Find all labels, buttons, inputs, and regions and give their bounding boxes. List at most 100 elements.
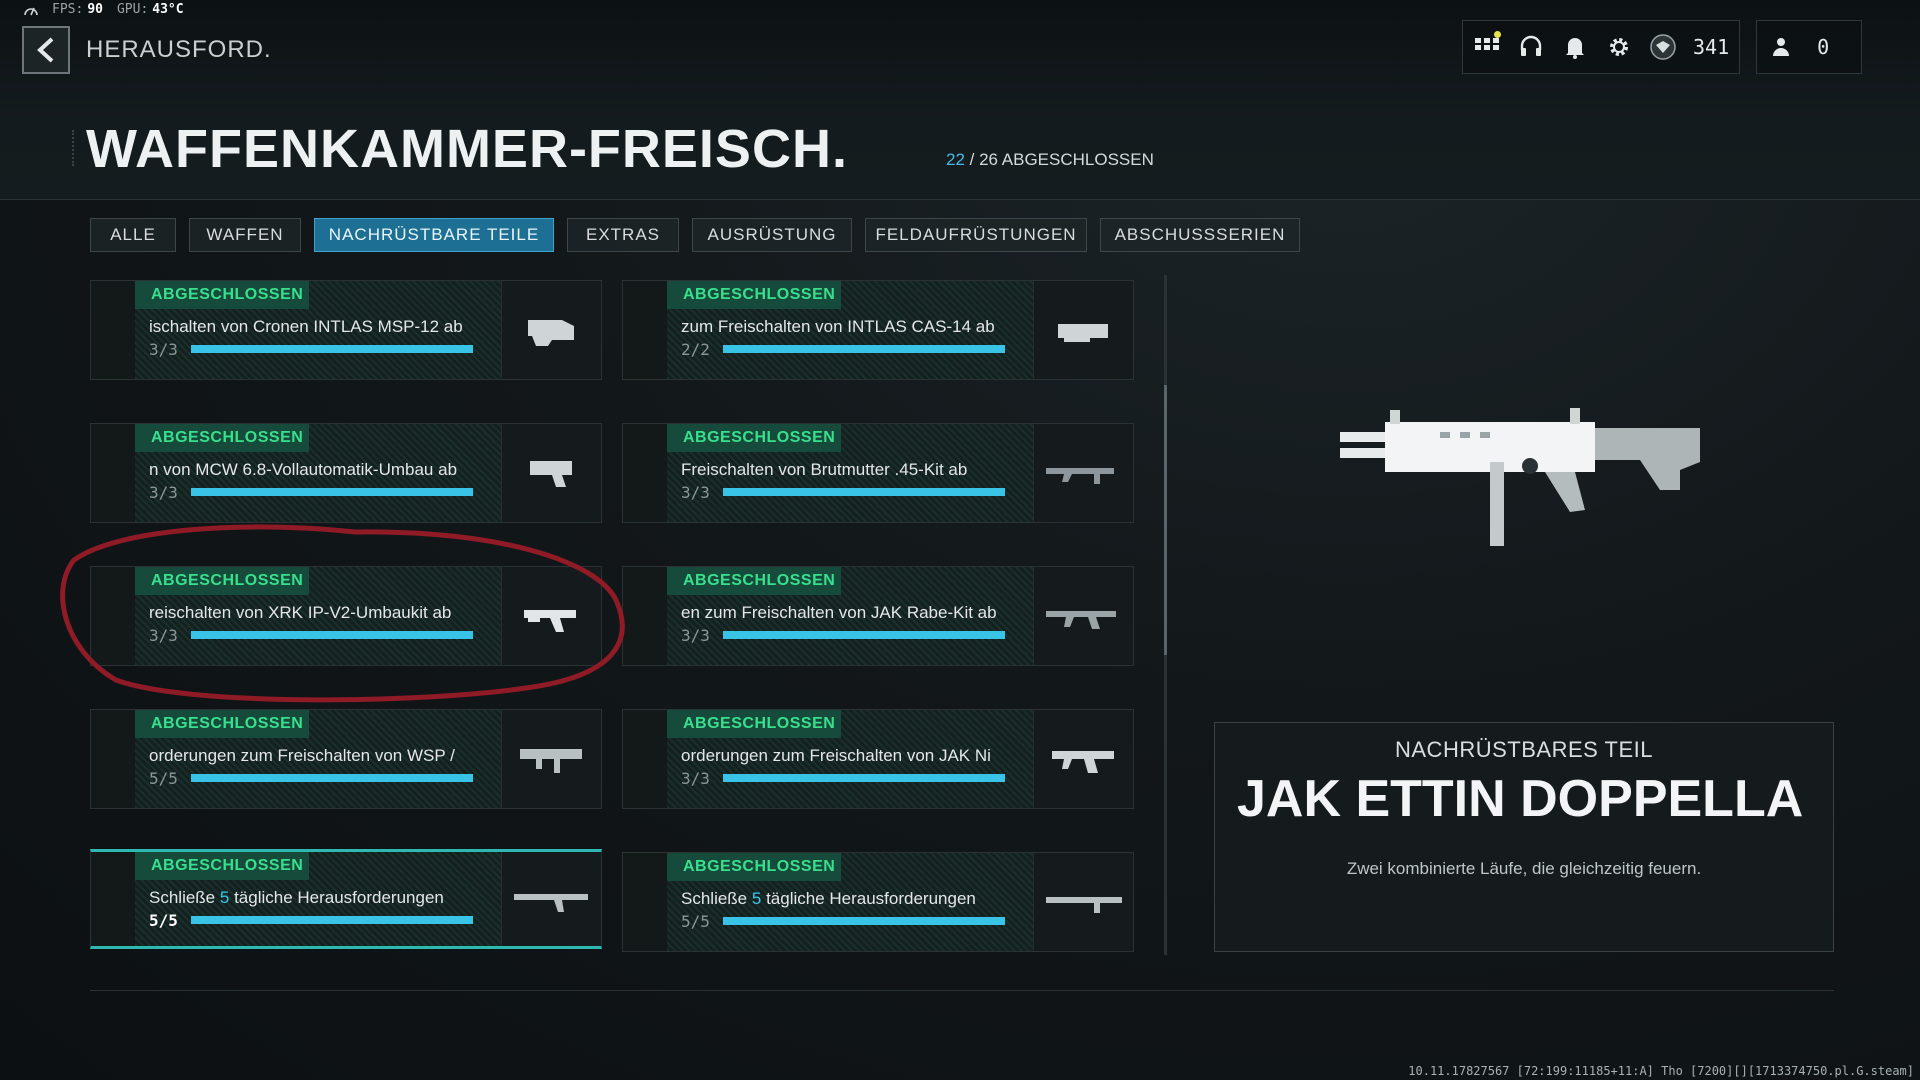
detail-panel: NACHRÜSTBARES TEIL JAK ETTIN DOPPELLA Zw… — [1214, 722, 1834, 952]
item-category: NACHRÜSTBARES TEIL — [1395, 737, 1653, 762]
party-members-icon[interactable] — [1767, 33, 1795, 61]
currency-count: 341 — [1693, 35, 1730, 59]
challenge-card-selected[interactable]: ABGESCHLOSSEN Schließe 5 tägliche Heraus… — [90, 849, 602, 949]
weapon-icon — [1045, 611, 1116, 629]
tab-ausruestung[interactable]: AUSRÜSTUNG — [692, 218, 852, 252]
challenge-description: Schließe 5 tägliche Herausforderungen — [149, 888, 444, 907]
progress-bar — [723, 774, 1005, 782]
bell-icon[interactable] — [1561, 33, 1589, 61]
category-tabs: ALLE WAFFEN NACHRÜSTBARE TEILE EXTRAS AU… — [90, 218, 1300, 252]
scrollbar-thumb[interactable] — [1164, 385, 1167, 655]
progress-ratio: 3/3 — [681, 483, 710, 502]
progress-ratio: 2/2 — [681, 340, 710, 359]
gear-icon[interactable] — [1605, 33, 1633, 61]
completion-total: / 26 ABGESCHLOSSEN — [964, 150, 1154, 169]
gpu-value: 43°C — [152, 2, 184, 17]
attachment-thumbnail — [501, 424, 601, 522]
status-badge: ABGESCHLOSSEN — [667, 853, 841, 881]
progress-bar — [191, 631, 473, 639]
progress-bar — [191, 345, 473, 353]
performance-overlay: FPS: 90 GPU: 43°C — [24, 2, 184, 17]
challenge-card[interactable]: ABGESCHLOSSEN orderungen zum Freischalte… — [90, 709, 602, 809]
weapon-icon — [1051, 751, 1114, 773]
status-badge: ABGESCHLOSSEN — [667, 567, 841, 595]
attachment-thumbnail — [501, 710, 601, 808]
tab-feldaufruestungen[interactable]: FELDAUFRÜSTUNGEN — [865, 218, 1087, 252]
item-name: JAK ETTIN DOPPELLA — [1237, 770, 1804, 828]
fps-label: FPS: — [52, 2, 84, 17]
title-decoration — [72, 130, 82, 166]
progress-ratio: 5/5 — [681, 912, 710, 931]
challenge-description: en zum Freischalten von JAK Rabe-Kit ab — [681, 603, 997, 622]
currency-emblem-icon — [1649, 33, 1677, 61]
attachment-thumbnail — [501, 852, 601, 946]
page-title: WAFFENKAMMER-FREISCH. — [86, 119, 848, 179]
challenge-card[interactable]: ABGESCHLOSSEN reischalten von XRK IP-V2-… — [90, 566, 602, 666]
challenge-card[interactable]: ABGESCHLOSSEN Freischalten von Brutmutte… — [622, 423, 1134, 523]
completion-progress: 22 / 26 ABGESCHLOSSEN — [946, 150, 1154, 170]
top-bar: 341 0 — [1462, 20, 1862, 74]
progress-ratio: 3/3 — [149, 340, 178, 359]
footer-divider — [90, 990, 1834, 991]
status-badge: ABGESCHLOSSEN — [667, 424, 841, 452]
challenge-card[interactable]: ABGESCHLOSSEN n von MCW 6.8-Vollautomati… — [90, 423, 602, 523]
challenge-card[interactable]: ABGESCHLOSSEN Schließe 5 tägliche Heraus… — [622, 852, 1134, 952]
status-badge: ABGESCHLOSSEN — [667, 281, 841, 309]
progress-ratio: 3/3 — [681, 626, 710, 645]
challenge-description: zum Freischalten von INTLAS CAS-14 ab — [681, 317, 995, 336]
progress-bar — [723, 917, 1005, 925]
status-badge: ABGESCHLOSSEN — [135, 424, 309, 452]
list-scrollbar[interactable] — [1164, 275, 1167, 955]
attachment-thumbnail — [1033, 567, 1133, 665]
party-count: 0 — [1817, 35, 1830, 59]
progress-ratio: 3/3 — [149, 626, 178, 645]
challenge-description: Schließe 5 tägliche Herausforderungen — [681, 889, 976, 908]
tab-extras[interactable]: EXTRAS — [567, 218, 679, 252]
challenge-description: n von MCW 6.8-Vollautomatik-Umbau ab — [149, 460, 458, 479]
back-button[interactable] — [22, 26, 70, 74]
party-group[interactable]: 0 — [1756, 20, 1862, 74]
tab-abschussserien[interactable]: ABSCHUSSSERIEN — [1100, 218, 1300, 252]
top-icon-group: 341 — [1462, 20, 1741, 74]
weapon-part-icon — [1057, 324, 1108, 342]
progress-bar — [723, 345, 1005, 353]
build-string: 10.11.17827567 [72:199:11185+11:A] Tho [… — [1408, 1064, 1914, 1078]
breadcrumb[interactable]: HERAUSFORD. — [86, 36, 272, 64]
weapon-icon — [1045, 897, 1122, 913]
weapon-icon — [523, 610, 576, 632]
progress-bar — [191, 488, 473, 496]
grid-menu-icon[interactable] — [1473, 31, 1501, 61]
attachment-thumbnail — [501, 281, 601, 379]
challenge-card[interactable]: ABGESCHLOSSEN ischalten von Cronen INTLA… — [90, 280, 602, 380]
attachment-thumbnail — [1033, 281, 1133, 379]
attachment-thumbnail — [1033, 853, 1133, 951]
weapon-icon — [519, 749, 582, 773]
challenge-description: orderungen zum Freischalten von WSP / — [149, 746, 455, 765]
weapon-part-icon — [529, 461, 572, 487]
status-badge: ABGESCHLOSSEN — [135, 567, 309, 595]
challenge-card[interactable]: ABGESCHLOSSEN orderungen zum Freischalte… — [622, 709, 1134, 809]
status-badge: ABGESCHLOSSEN — [135, 710, 309, 738]
tab-waffen[interactable]: WAFFEN — [189, 218, 301, 252]
progress-bar — [723, 631, 1005, 639]
attachment-thumbnail — [501, 567, 601, 665]
tab-alle[interactable]: ALLE — [90, 218, 176, 252]
weapon-icon — [1045, 468, 1114, 484]
weapon-preview-image — [1340, 408, 1700, 546]
challenge-card[interactable]: ABGESCHLOSSEN en zum Freischalten von JA… — [622, 566, 1134, 666]
notification-dot — [1494, 31, 1501, 38]
status-badge: ABGESCHLOSSEN — [667, 710, 841, 738]
status-badge: ABGESCHLOSSEN — [135, 852, 309, 880]
headset-icon[interactable] — [1517, 33, 1545, 61]
tab-nachruestbare-teile[interactable]: NACHRÜSTBARE TEILE — [314, 218, 554, 252]
challenge-card[interactable]: ABGESCHLOSSEN zum Freischalten von INTLA… — [622, 280, 1134, 380]
progress-ratio: 3/3 — [681, 769, 710, 788]
progress-bar — [191, 774, 473, 782]
item-description: Zwei kombinierte Läufe, die gleichzeitig… — [1346, 859, 1702, 878]
challenge-description: Freischalten von Brutmutter .45-Kit ab — [681, 460, 968, 479]
weapon-icon — [513, 894, 588, 912]
attachment-thumbnail — [1033, 710, 1133, 808]
attachment-thumbnail — [1033, 424, 1133, 522]
gpu-label: GPU: — [116, 2, 149, 17]
fps-value: 90 — [87, 2, 103, 17]
